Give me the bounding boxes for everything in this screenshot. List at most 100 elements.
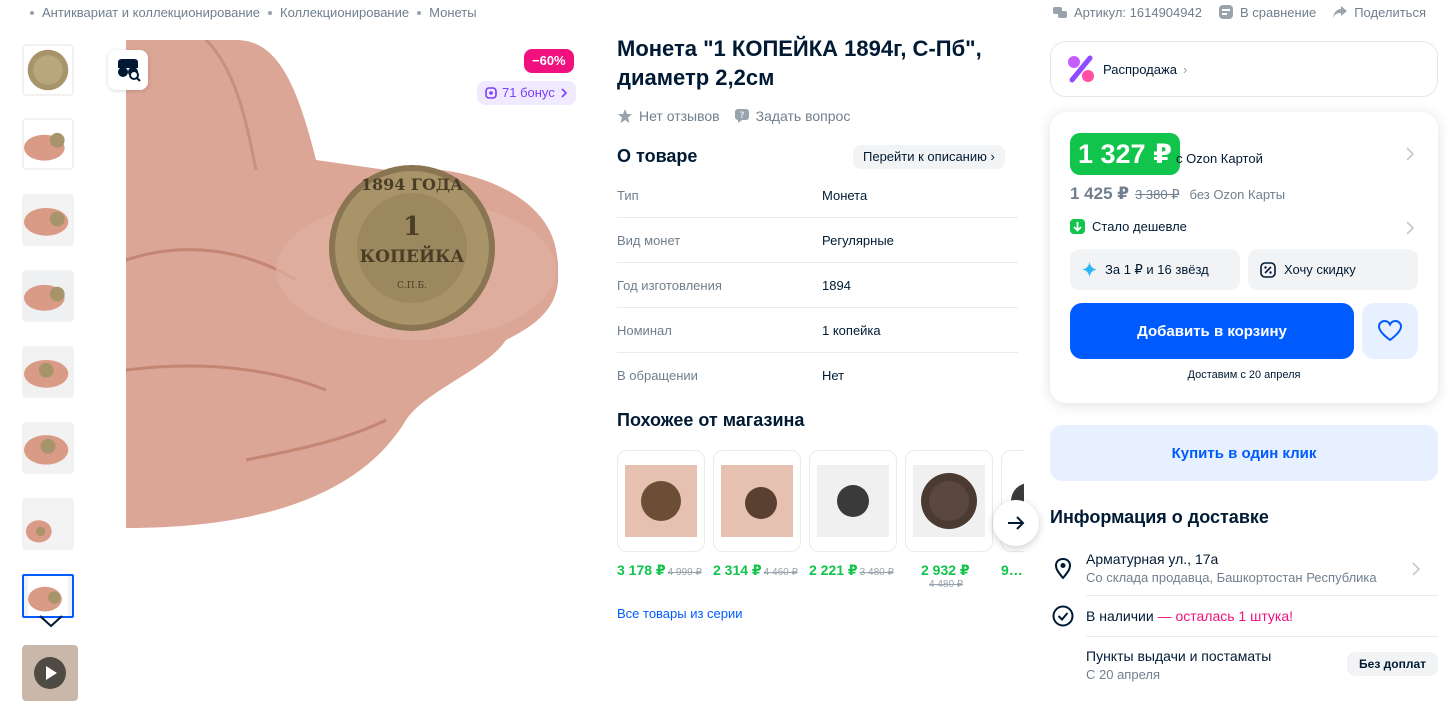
pickup-row[interactable]: Пункты выдачи и постаматы С 20 апреля Бе…: [1050, 645, 1438, 685]
coin-value-text: 1: [403, 212, 421, 242]
price-drop-link[interactable]: Стало дешевле: [1070, 219, 1187, 234]
compare-icon: [1218, 5, 1233, 19]
similar-old-price: 4 480 ₽: [929, 579, 964, 590]
spec-key: Год изготовления: [617, 277, 722, 293]
ozon-card-price: 1 327 ₽: [1070, 133, 1180, 175]
chevron-down-icon[interactable]: [38, 613, 64, 629]
thumbnail-selected[interactable]: [22, 574, 74, 618]
thumbnail[interactable]: [22, 194, 74, 246]
arrow-down-icon: [1070, 219, 1085, 234]
thumbnail-list: [22, 44, 78, 642]
compare-button[interactable]: В сравнение: [1218, 4, 1316, 20]
sale-banner[interactable]: Распродажа ›: [1050, 41, 1438, 97]
spec-key: Тип: [617, 187, 639, 203]
all-series-link[interactable]: Все товары из серии: [617, 606, 743, 621]
thumbnail[interactable]: [22, 118, 74, 170]
want-discount-label: Хочу скидку: [1284, 262, 1356, 277]
ask-question-label: Задать вопрос: [755, 108, 851, 124]
spec-key: Номинал: [617, 322, 672, 338]
coin-in-hand-image: 1894 ГОДА 1 КОПЕЙКА С.П.Б.: [126, 40, 558, 528]
spec-key: В обращении: [617, 368, 698, 383]
reviews-link[interactable]: Нет отзывов: [617, 108, 720, 124]
thumbnail[interactable]: [22, 270, 74, 322]
regular-price-row: 1 425 ₽ 3 380 ₽ без Ozon Карты: [1070, 184, 1285, 204]
svg-text:?: ?: [739, 111, 744, 121]
thumbnail[interactable]: [22, 346, 74, 398]
pickup-subtext: С 20 апреля: [1086, 667, 1160, 682]
regular-price-label: без Ozon Карты: [1189, 187, 1286, 202]
carousel-next-button[interactable]: [993, 500, 1039, 546]
visual-search-icon: [118, 59, 141, 82]
stars-offer-label: За 1 ₽ и 16 звёзд: [1105, 261, 1209, 277]
address-row[interactable]: Арматурная ул., 17а Со склада продавца, …: [1050, 548, 1438, 588]
breadcrumb-coins[interactable]: Монеты: [429, 5, 476, 20]
buy-one-click-button[interactable]: Купить в один клик: [1050, 425, 1438, 481]
chevron-right-icon: [561, 88, 567, 98]
pickup-text: Пункты выдачи и постаматы: [1086, 648, 1272, 664]
play-icon: [34, 657, 66, 689]
want-discount-button[interactable]: Хочу скидку: [1248, 249, 1418, 290]
similar-card[interactable]: 2 314 ₽4 460 ₽: [713, 450, 801, 579]
chevron-right-icon[interactable]: [1406, 221, 1414, 235]
main-product-image[interactable]: 1894 ГОДА 1 КОПЕЙКА С.П.Б.: [126, 40, 558, 528]
coin-mint-text: С.П.Б.: [397, 281, 427, 291]
spec-row: Номинал 1 копейка: [617, 308, 1018, 353]
similar-price: 2 314 ₽: [713, 562, 762, 578]
bullet-icon: [268, 10, 272, 15]
visual-search-button[interactable]: [108, 50, 148, 90]
regular-price: 1 425 ₽: [1070, 184, 1130, 203]
similar-heading: Похожее от магазина: [617, 410, 805, 430]
similar-card-image: [809, 450, 897, 552]
article-number[interactable]: Артикул: 1614904942: [1052, 4, 1202, 20]
percent-icon: [1068, 55, 1094, 83]
thumbnail[interactable]: [22, 422, 74, 474]
chevron-right-icon: [1412, 562, 1420, 576]
similar-card[interactable]: 3 178 ₽4 999 ₽: [617, 450, 705, 579]
address-subtext: Со склада продавца, Башкортостан Республ…: [1086, 570, 1377, 585]
coin-year-text: 1894 ГОДА: [361, 175, 463, 194]
similar-price: 3 178 ₽: [617, 562, 666, 578]
add-to-cart-button[interactable]: Добавить в корзину: [1070, 303, 1354, 359]
delivery-date: Доставим с 20 апреля: [1187, 369, 1301, 381]
similar-old-price: 4 460 ₽: [763, 567, 798, 578]
divider: [1086, 595, 1438, 596]
spec-value: Монета: [822, 187, 868, 203]
goto-description-button[interactable]: Перейти к описанию ›: [853, 145, 1005, 169]
breadcrumb: Антиквариат и коллекционирование Коллекц…: [30, 5, 477, 20]
bonus-icon: [485, 87, 497, 99]
question-bubble-icon: ?: [734, 109, 749, 123]
spec-row: В обращении Нет: [617, 353, 1018, 398]
breadcrumb-antiques[interactable]: Антиквариат и коллекционирование: [42, 5, 260, 20]
share-label: Поделиться: [1354, 4, 1426, 20]
similar-price: 2 932 ₽: [921, 562, 970, 578]
spec-value: 1 копейка: [822, 322, 881, 338]
bonus-badge[interactable]: 71 бонус: [477, 81, 576, 105]
similar-card[interactable]: 2 932 ₽ 4 480 ₽: [905, 450, 993, 590]
spec-key: Вид монет: [617, 232, 681, 248]
delivery-info-heading: Информация о доставке: [1050, 507, 1269, 527]
favorite-button[interactable]: [1362, 303, 1418, 359]
ozon-card-label: с Ozon Картой: [1176, 151, 1263, 166]
spec-value: Нет: [822, 368, 845, 383]
chevron-right-icon[interactable]: [1406, 147, 1414, 161]
similar-card[interactable]: 2 221 ₽3 480 ₽: [809, 450, 897, 579]
address-text: Арматурная ул., 17а: [1086, 551, 1219, 567]
no-extra-fee-badge: Без доплат: [1347, 652, 1438, 676]
breadcrumb-collecting[interactable]: Коллекционирование: [280, 5, 409, 20]
top-actions: Артикул: 1614904942 В сравнение Поделить…: [1052, 4, 1426, 20]
thumbnail[interactable]: [22, 498, 74, 550]
similar-price: 2 221 ₽: [809, 562, 858, 578]
arrow-right-icon: [1008, 516, 1025, 530]
ask-question-link[interactable]: ? Задать вопрос: [734, 108, 851, 124]
share-button[interactable]: Поделиться: [1332, 4, 1426, 20]
old-price: 3 380 ₽: [1135, 187, 1180, 202]
price-box: 1 327 ₽ с Ozon Картой 1 425 ₽ 3 380 ₽ бе…: [1050, 112, 1438, 403]
article-label: Артикул: 1614904942: [1073, 4, 1202, 20]
spec-row: Год изготовления 1894: [617, 263, 1018, 308]
thumbnail[interactable]: [22, 44, 74, 96]
sale-label: Распродажа: [1103, 61, 1177, 77]
stars-offer-button[interactable]: За 1 ₽ и 16 звёзд: [1070, 249, 1240, 290]
sparkle-icon: [1082, 262, 1097, 277]
video-thumbnail[interactable]: [22, 645, 78, 701]
chat-bubbles-icon: [1052, 7, 1067, 18]
